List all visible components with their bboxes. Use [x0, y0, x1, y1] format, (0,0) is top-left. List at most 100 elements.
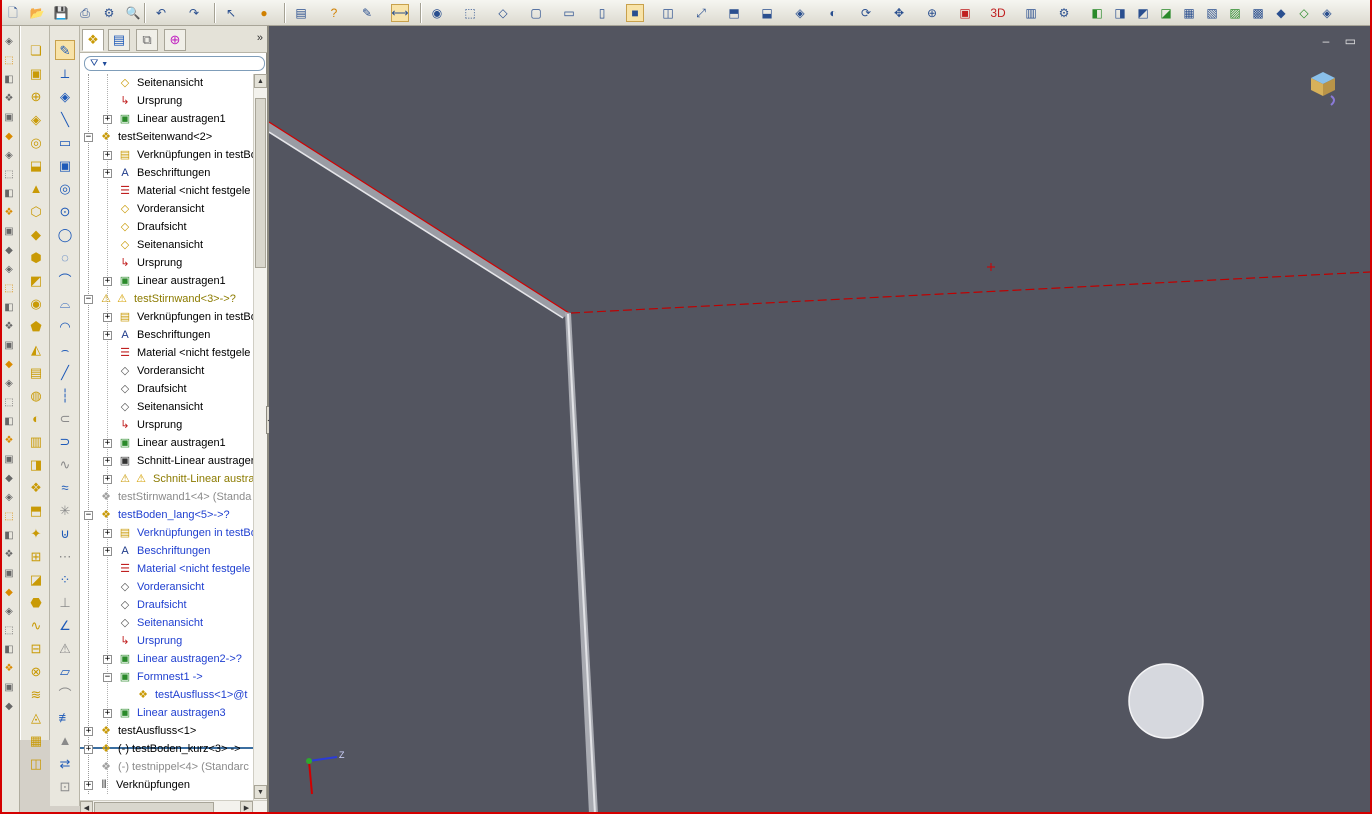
feature-tool-icon[interactable]: ❖ — [26, 477, 46, 497]
tree-row[interactable]: ◇ Seitenansicht — [80, 398, 254, 416]
task-pane-icon[interactable]: ◈ — [2, 604, 16, 618]
tree-row[interactable]: ❖ testAusfluss<1>@t — [80, 686, 254, 704]
scroll-thumb[interactable] — [255, 98, 266, 268]
feature-tool-icon[interactable]: ▥ — [26, 431, 46, 451]
tree-row[interactable]: ◇ Seitenansicht — [80, 74, 254, 92]
sketch-tool-icon[interactable]: ⁘ — [55, 569, 75, 589]
tree-row[interactable]: ◇ Seitenansicht — [80, 236, 254, 254]
tree-row[interactable]: ◇ Vorderansicht — [80, 578, 254, 596]
tree-row[interactable]: ☰ Material <nicht festgele — [80, 560, 254, 578]
save-icon[interactable]: 💾 — [52, 4, 70, 22]
tree-row[interactable]: ◇ Draufsicht — [80, 596, 254, 614]
feature-tool-icon[interactable]: ⬣ — [26, 592, 46, 612]
sketch-tool-icon[interactable]: ∠ — [55, 615, 75, 635]
tree-row[interactable]: ☰ Material <nicht festgele — [80, 344, 254, 362]
sketch-tool-icon[interactable]: ⊍ — [55, 523, 75, 543]
view-icon[interactable]: ▦ — [1180, 4, 1198, 22]
sketch-tool-icon[interactable]: ⌒ — [55, 684, 75, 704]
task-pane-icon[interactable]: ◧ — [2, 186, 16, 200]
view-icon[interactable]: ◨ — [1111, 4, 1129, 22]
sketch-tool-icon[interactable]: ◎ — [55, 178, 75, 198]
feature-tool-icon[interactable]: ◩ — [26, 270, 46, 290]
new-icon[interactable]: 🗋 — [4, 4, 22, 22]
tree-row[interactable]: + ▣ Linear austragen1 — [80, 434, 254, 452]
expand-icon[interactable]: + — [103, 115, 112, 124]
zoom-fit-icon[interactable]: ⤢ — [692, 4, 710, 22]
feature-tool-icon[interactable]: ◭ — [26, 339, 46, 359]
collapse-icon[interactable]: − — [84, 511, 93, 520]
sketch-tool-icon[interactable]: ▲ — [55, 730, 75, 750]
expand-tabs-icon[interactable]: » — [257, 32, 263, 44]
tree-row[interactable]: + ❖ testAusfluss<1> — [80, 722, 254, 740]
feature-tool-icon[interactable]: ◍ — [26, 385, 46, 405]
viewport-window-controls[interactable]: – ▭ — [1323, 34, 1362, 48]
shaded-icon[interactable]: ■ — [626, 4, 644, 22]
tree-row[interactable]: ↳ Ursprung — [80, 92, 254, 110]
tree-horizontal-scrollbar[interactable]: ◀ ▶ — [80, 800, 267, 814]
hidden-lines-icon[interactable]: ⬒ — [725, 4, 743, 22]
tree-row[interactable]: − ❖ testBoden_lang<5>->? — [80, 506, 254, 524]
tree-row[interactable]: + A Beschriftungen — [80, 164, 254, 182]
feature-tool-icon[interactable]: ▤ — [26, 362, 46, 382]
expand-icon[interactable]: + — [103, 475, 112, 484]
tree-row[interactable]: + ▣ Linear austragen1 — [80, 110, 254, 128]
render-icon[interactable]: ▣ — [956, 4, 974, 22]
property-manager-tab-icon[interactable]: ▤ — [108, 29, 130, 51]
sketch-tool-icon[interactable]: ⌢ — [55, 339, 75, 359]
scroll-right-button[interactable]: ▶ — [240, 801, 253, 814]
tree-row[interactable]: ☰ Material <nicht festgele — [80, 182, 254, 200]
task-pane-icon[interactable]: ◧ — [2, 642, 16, 656]
configuration-manager-tab-icon[interactable]: ⧉ — [136, 29, 158, 51]
tree-row[interactable]: + ▣ Linear austragen1 — [80, 272, 254, 290]
task-pane-icon[interactable]: ◆ — [2, 471, 16, 485]
graphics-viewport[interactable]: Z – ▭ — [269, 26, 1370, 814]
tree-row[interactable]: + ▤ Verknüpfungen in testBo — [80, 308, 254, 326]
options-icon-2[interactable]: ⚙ — [1055, 4, 1073, 22]
feature-tool-icon[interactable]: ◬ — [26, 707, 46, 727]
feature-tool-icon[interactable]: ◎ — [26, 132, 46, 152]
task-pane-icon[interactable]: ◈ — [2, 148, 16, 162]
pan-icon[interactable]: ✥ — [890, 4, 908, 22]
task-pane-icon[interactable]: ◈ — [2, 34, 16, 48]
feature-tool-icon[interactable]: ◪ — [26, 569, 46, 589]
sketch-tool-icon[interactable]: ✳ — [55, 500, 75, 520]
sketch-tool-icon[interactable]: ▱ — [55, 661, 75, 681]
open-icon[interactable]: 📂 — [28, 4, 46, 22]
task-pane-icon[interactable]: ◈ — [2, 490, 16, 504]
scroll-down-button[interactable]: ▼ — [254, 785, 267, 799]
expand-icon[interactable]: + — [84, 745, 93, 754]
view-icon[interactable]: ◩ — [1134, 4, 1152, 22]
zoom-icon[interactable]: ⊕ — [923, 4, 941, 22]
sketch-tool-icon[interactable]: ⊂ — [55, 408, 75, 428]
tree-row[interactable]: + A Beschriftungen — [80, 542, 254, 560]
view-icon[interactable]: ◇ — [1295, 4, 1313, 22]
task-pane-icon[interactable]: ❖ — [2, 433, 16, 447]
sketch-tool-icon[interactable]: ⊃ — [55, 431, 75, 451]
task-pane-icon[interactable]: ▣ — [2, 338, 16, 352]
task-pane-icon[interactable]: ▣ — [2, 110, 16, 124]
feature-tool-icon[interactable]: ⊟ — [26, 638, 46, 658]
feature-tool-icon[interactable]: ⬟ — [26, 316, 46, 336]
expand-icon[interactable]: + — [103, 547, 112, 556]
tree-row[interactable]: − ❖ testSeitenwand<2> — [80, 128, 254, 146]
tree-row[interactable]: + ▣ Linear austragen2->? — [80, 650, 254, 668]
task-pane-icon[interactable]: ▣ — [2, 680, 16, 694]
tree-row[interactable]: + A Beschriftungen — [80, 326, 254, 344]
material-icon[interactable]: ▥ — [1022, 4, 1040, 22]
feature-tool-icon[interactable]: ❏ — [26, 40, 46, 60]
feature-tool-icon[interactable]: ⬒ — [26, 500, 46, 520]
feature-tool-icon[interactable]: ◐ — [26, 408, 46, 428]
task-pane-icon[interactable]: ⬚ — [2, 623, 16, 637]
rotate-icon[interactable]: ⟳ — [857, 4, 875, 22]
feature-tool-icon[interactable]: ⬢ — [26, 247, 46, 267]
expand-icon[interactable]: + — [103, 655, 112, 664]
expand-icon[interactable]: + — [84, 727, 93, 736]
tree-row[interactable]: + ⚠ ⚠ Schnitt-Linear austra — [80, 470, 254, 488]
right-view-icon[interactable]: ▯ — [593, 4, 611, 22]
smart-dimension-icon[interactable]: ⟷ — [391, 4, 409, 22]
task-pane-icon[interactable]: ⬚ — [2, 509, 16, 523]
expand-icon[interactable]: + — [103, 151, 112, 160]
feature-tool-icon[interactable]: ⬓ — [26, 155, 46, 175]
sketch-tool-icon[interactable]: ⟂ — [55, 63, 75, 83]
task-pane-icon[interactable]: ❖ — [2, 661, 16, 675]
